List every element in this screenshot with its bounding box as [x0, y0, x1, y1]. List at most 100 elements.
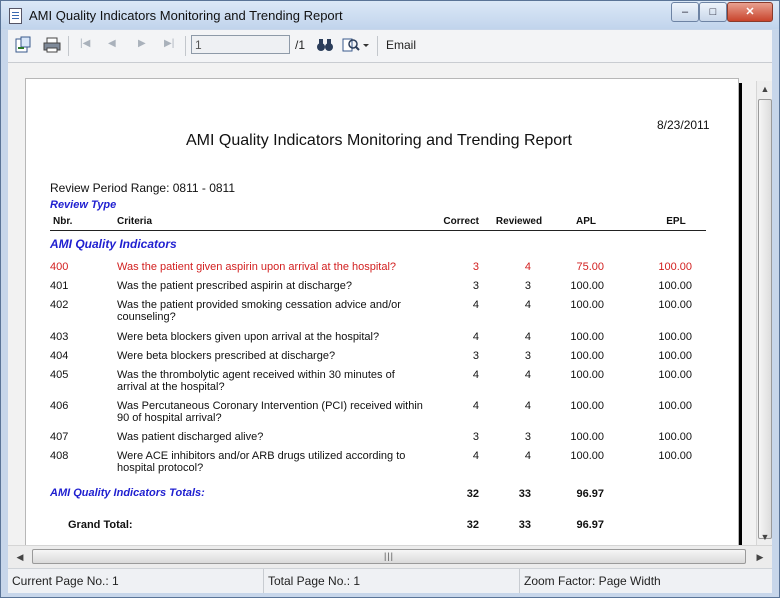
grand-total-apl: 96.97 — [576, 519, 604, 531]
row-apl: 100.00 — [570, 331, 604, 343]
export-button[interactable] — [14, 36, 32, 57]
row-apl: 100.00 — [570, 280, 604, 292]
zoom-icon — [342, 38, 369, 52]
report-date: 8/23/2011 — [657, 118, 710, 132]
report-app-icon — [9, 8, 22, 24]
row-reviewed: 4 — [524, 369, 531, 381]
row-criteria: Was the patient prescribed aspirin at di… — [117, 280, 352, 292]
row-reviewed: 4 — [524, 331, 531, 343]
row-reviewed: 4 — [524, 261, 531, 273]
header-rule — [50, 230, 706, 231]
row-criteria: Was the patient given aspirin upon arriv… — [117, 261, 397, 273]
row-correct: 3 — [472, 261, 479, 273]
page-total: /1 — [295, 38, 306, 52]
horizontal-scrollbar[interactable]: ◀ ||| ▶ — [8, 545, 772, 568]
row-epl: 100.00 — [658, 400, 692, 412]
review-period: Review Period Range: 0811 - 0811 — [50, 181, 236, 195]
row-reviewed: 3 — [524, 350, 531, 362]
minimize-button[interactable]: – — [671, 2, 699, 22]
col-apl: APL — [576, 216, 596, 227]
row-epl: 100.00 — [658, 280, 692, 292]
row-nbr: 402 — [50, 299, 69, 311]
first-page-icon[interactable]: |◀ — [80, 38, 90, 49]
close-button[interactable]: ✕ — [727, 2, 773, 22]
row-apl: 100.00 — [570, 400, 604, 412]
row-reviewed: 4 — [524, 450, 531, 462]
section-totals-label: AMI Quality Indicators Totals: — [50, 487, 205, 499]
row-correct: 4 — [472, 369, 479, 381]
row-criteria: Was the patient provided smoking cessati… — [117, 299, 401, 323]
next-page-icon[interactable]: ▶ — [138, 38, 146, 49]
report-viewer: 8/23/2011 AMI Quality Indicators Monitor… — [8, 63, 772, 545]
toolbar: |◀ ◀ ▶ ▶| 1 /1 Email — [8, 30, 772, 63]
row-epl: 100.00 — [658, 369, 692, 381]
col-criteria: Criteria — [117, 216, 153, 227]
export-icon — [15, 36, 31, 53]
row-criteria: Was the thrombolytic agent received with… — [117, 369, 395, 393]
scroll-left-icon[interactable]: ◀ — [12, 549, 28, 565]
row-nbr: 401 — [50, 280, 69, 292]
row-correct: 4 — [472, 331, 479, 343]
scroll-down-icon[interactable]: ▼ — [757, 529, 772, 545]
row-criteria: Was Percutaneous Coronary Intervention (… — [117, 400, 423, 424]
report-title: AMI Quality Indicators Monitoring and Tr… — [186, 132, 572, 149]
row-epl: 100.00 — [658, 331, 692, 343]
window-title: AMI Quality Indicators Monitoring and Tr… — [29, 8, 343, 23]
grand-total-correct: 32 — [466, 519, 479, 531]
row-epl: 100.00 — [658, 431, 692, 443]
row-correct: 4 — [472, 299, 479, 311]
status-current-page: Current Page No.: 1 — [8, 569, 264, 593]
find-button[interactable] — [316, 36, 334, 57]
email-button[interactable]: Email — [386, 38, 416, 52]
row-nbr: 406 — [50, 400, 69, 412]
col-correct: Correct — [443, 216, 479, 227]
horizontal-scroll-thumb[interactable]: ||| — [32, 549, 746, 564]
scroll-right-icon[interactable]: ▶ — [752, 549, 768, 565]
row-correct: 4 — [472, 450, 479, 462]
row-nbr: 404 — [50, 350, 69, 362]
row-epl: 100.00 — [658, 299, 692, 311]
vertical-scrollbar[interactable]: ▲ ▼ — [756, 81, 772, 545]
scroll-up-icon[interactable]: ▲ — [757, 81, 772, 97]
print-button[interactable] — [42, 36, 62, 57]
row-correct: 3 — [472, 431, 479, 443]
col-reviewed: Reviewed — [495, 216, 543, 227]
status-total-page: Total Page No.: 1 — [264, 569, 520, 593]
row-nbr: 403 — [50, 331, 69, 343]
printer-icon — [43, 37, 61, 53]
row-nbr: 405 — [50, 369, 69, 381]
row-nbr: 400 — [50, 261, 69, 273]
report-page: 8/23/2011 AMI Quality Indicators Monitor… — [25, 78, 739, 545]
row-apl: 100.00 — [570, 431, 604, 443]
maximize-button[interactable]: □ — [699, 2, 727, 22]
row-criteria: Were ACE inhibitors and/or ARB drugs uti… — [117, 450, 406, 474]
report-viewer-window: AMI Quality Indicators Monitoring and Tr… — [0, 0, 780, 598]
row-criteria: Were beta blockers prescribed at dischar… — [117, 350, 336, 362]
row-nbr: 408 — [50, 450, 69, 462]
last-page-icon[interactable]: ▶| — [164, 38, 174, 49]
row-nbr: 407 — [50, 431, 69, 443]
row-correct: 3 — [472, 350, 479, 362]
prev-page-icon[interactable]: ◀ — [108, 38, 116, 49]
row-reviewed: 4 — [524, 400, 531, 412]
zoom-button[interactable] — [342, 36, 370, 57]
vertical-scroll-thumb[interactable] — [758, 99, 772, 539]
row-apl: 100.00 — [570, 350, 604, 362]
section-totals-reviewed: 33 — [518, 488, 531, 500]
row-apl: 75.00 — [576, 261, 604, 273]
col-epl: EPL — [666, 216, 686, 227]
section-totals-correct: 32 — [466, 488, 479, 500]
page-number-input[interactable]: 1 — [191, 35, 290, 54]
grand-total-reviewed: 33 — [518, 519, 531, 531]
row-epl: 100.00 — [658, 261, 692, 273]
row-criteria: Was patient discharged alive? — [117, 431, 264, 443]
row-apl: 100.00 — [570, 369, 604, 381]
grand-total-label: Grand Total: — [68, 519, 133, 531]
status-zoom: Zoom Factor: Page Width — [524, 574, 661, 588]
row-reviewed: 4 — [524, 299, 531, 311]
col-nbr: Nbr. — [53, 216, 73, 227]
binoculars-icon — [317, 39, 333, 51]
row-apl: 100.00 — [570, 299, 604, 311]
section-totals-apl: 96.97 — [576, 488, 604, 500]
row-reviewed: 3 — [524, 431, 531, 443]
